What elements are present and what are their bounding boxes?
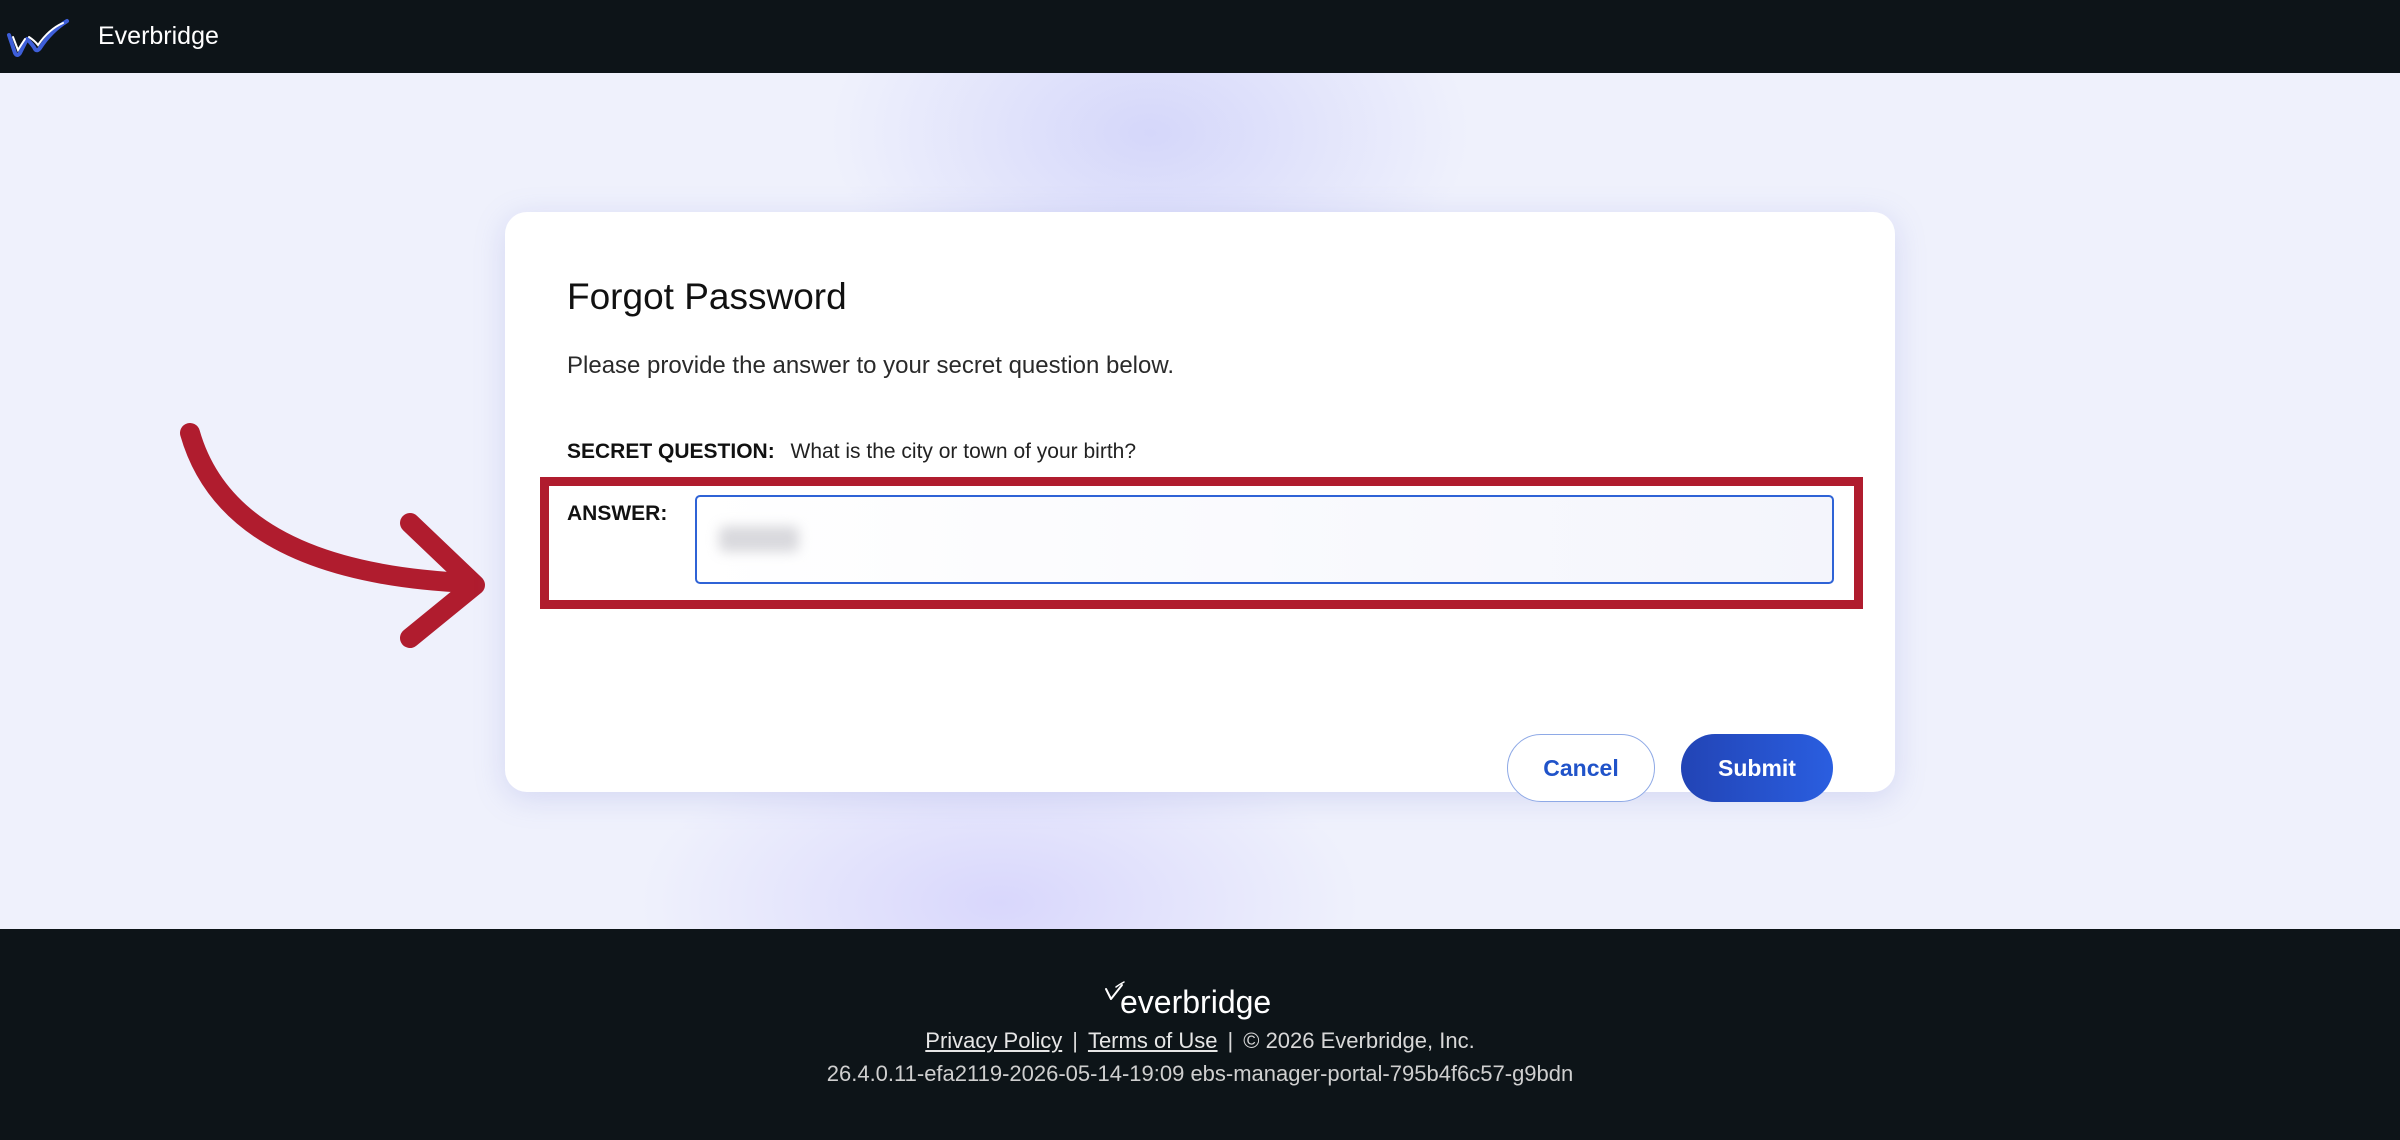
answer-input[interactable] <box>695 495 1834 584</box>
instructions-text: Please provide the answer to your secret… <box>567 352 1175 379</box>
curved-arrow-icon <box>180 423 485 648</box>
answer-redacted-value <box>719 526 799 552</box>
terms-of-use-link[interactable]: Terms of Use <box>1088 1028 1218 1053</box>
privacy-policy-link[interactable]: Privacy Policy <box>925 1028 1062 1053</box>
main-content: Forgot Password Please provide the answe… <box>0 73 2400 929</box>
cancel-button[interactable]: Cancel <box>1507 734 1655 802</box>
submit-button[interactable]: Submit <box>1681 734 1833 802</box>
everbridge-footer-logo-icon: everbridge <box>1105 981 1271 1020</box>
app-title: Everbridge <box>98 22 219 50</box>
version-text: 26.4.0.11-efa2119-2026-05-14-19:09 ebs-m… <box>826 1061 1574 1086</box>
copyright-text: © 2026 Everbridge, Inc. <box>1243 1028 1475 1053</box>
secret-question-label: SECRET QUESTION: <box>567 440 775 463</box>
answer-label: ANSWER: <box>567 502 668 525</box>
secret-question-text: What is the city or town of your birth? <box>790 440 1137 463</box>
footer-links: Privacy Policy | Terms of Use | © 2026 Everb… <box>0 1028 2400 1054</box>
top-bar: Everbridge <box>0 0 2400 73</box>
footer-separator: | <box>1072 1028 1078 1053</box>
footer: everbridge Privacy Policy | Terms of Use | ©… <box>0 929 2400 1140</box>
footer-separator: | <box>1227 1028 1234 1053</box>
secret-question-row: SECRET QUESTION: What is the city or tow… <box>567 440 1136 464</box>
page-title: Forgot Password <box>567 276 847 317</box>
footer-logo-text: everbridge <box>1120 984 1271 1020</box>
forgot-password-card: Forgot Password Please provide the answe… <box>505 212 1895 802</box>
everbridge-logo-icon[interactable] <box>5 15 71 59</box>
